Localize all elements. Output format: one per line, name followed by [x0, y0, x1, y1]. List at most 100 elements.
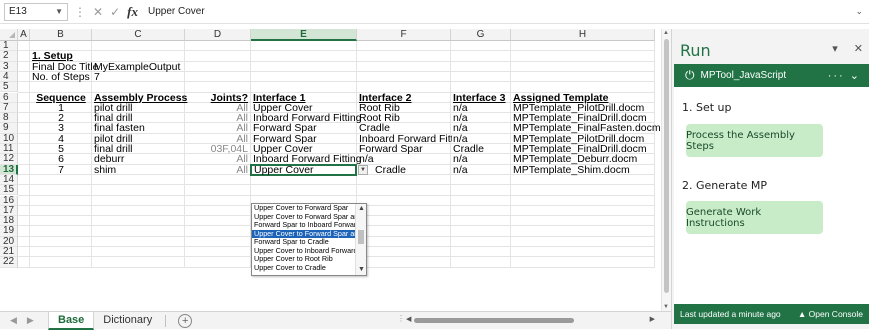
- process-assembly-steps-button[interactable]: Process the Assembly Steps: [686, 124, 823, 157]
- chevron-down-icon[interactable]: ▼: [55, 7, 63, 16]
- section-generate: 2. Generate MP: [682, 179, 767, 192]
- vertical-scrollbar[interactable]: ▲ ▼: [661, 29, 671, 311]
- scroll-right-icon[interactable]: ▶: [650, 315, 655, 323]
- tab-base[interactable]: Base: [48, 311, 95, 330]
- dropdown-option[interactable]: Upper Cover to Forward Spar and Cradle: [252, 229, 356, 238]
- table-cell[interactable]: shim: [94, 164, 116, 175]
- table-cell[interactable]: n/a: [359, 154, 374, 165]
- open-console-button[interactable]: ▲ Open Console: [798, 309, 863, 319]
- column-header-a[interactable]: A: [18, 29, 30, 41]
- scroll-left-icon[interactable]: ◀: [406, 315, 411, 323]
- table-header[interactable]: Interface 2: [359, 92, 412, 103]
- power-icon: ⏻: [685, 68, 695, 82]
- expand-formula-icon[interactable]: ⌄: [855, 6, 863, 17]
- table-cell[interactable]: All: [185, 123, 248, 134]
- dropdown-scroll-thumb[interactable]: [358, 230, 364, 244]
- table-header[interactable]: Interface 1: [253, 92, 306, 103]
- table-header[interactable]: Sequence: [30, 92, 92, 103]
- table-header[interactable]: Joints?: [185, 92, 248, 103]
- name-box[interactable]: E13 ▼: [4, 2, 68, 21]
- dropdown-option[interactable]: Upper Cover to Forward Spar and Cradle: [252, 213, 356, 222]
- table-cell[interactable]: MPTemplate_Deburr.docm: [513, 154, 637, 165]
- column-header-b[interactable]: B: [30, 29, 92, 41]
- column-header-h[interactable]: H: [511, 29, 655, 41]
- sheet-nav: ◀ ▶: [0, 315, 48, 326]
- pane-body: 1. Set up Process the Assembly Steps 2. …: [674, 87, 869, 312]
- column-header-d[interactable]: D: [185, 29, 251, 41]
- table-cell[interactable]: 3: [30, 123, 92, 134]
- vertical-scroll-thumb[interactable]: [664, 39, 669, 293]
- scroll-down-icon[interactable]: ▼: [663, 304, 669, 310]
- tab-dictionary[interactable]: Dictionary: [94, 312, 161, 330]
- split-handle-icon[interactable]: ⋮: [397, 314, 405, 323]
- name-box-value: E13: [9, 6, 27, 17]
- dropdown-option[interactable]: Upper Cover to Inboard Forward Fitting: [252, 247, 356, 256]
- dropdown-option[interactable]: Forward Spar to Cradle: [252, 238, 356, 247]
- table-header[interactable]: Interface 3: [453, 92, 506, 103]
- pane-options-icon[interactable]: ▾: [832, 42, 838, 55]
- next-sheet-icon[interactable]: ▶: [27, 315, 34, 326]
- data-validation-dropdown[interactable]: Upper Cover to Forward Spar Upper Cover t…: [251, 203, 367, 276]
- more-icon[interactable]: ⋮: [74, 5, 86, 19]
- steps-value[interactable]: 7: [94, 72, 100, 83]
- open-console-label: Open Console: [808, 309, 863, 319]
- table-cell[interactable]: MPTemplate_Shim.docm: [513, 164, 630, 175]
- table-cell[interactable]: All: [185, 164, 248, 175]
- more-options-button[interactable]: ··· ⌄: [828, 69, 861, 82]
- table-cell[interactable]: MPTemplate_FinalFasten.docm: [513, 123, 661, 134]
- horizontal-scroll-thumb[interactable]: [414, 318, 574, 323]
- dropdown-scrollbar[interactable]: ▲ ▼: [355, 204, 366, 275]
- table-cell[interactable]: final fasten: [94, 123, 145, 134]
- cancel-icon[interactable]: ✕: [93, 5, 103, 19]
- table-cell[interactable]: n/a: [453, 123, 468, 134]
- table-cell[interactable]: deburr: [94, 154, 124, 165]
- pane-title: Run: [680, 41, 711, 60]
- table-cell[interactable]: Forward Spar: [253, 123, 317, 134]
- more-icon: ···: [827, 70, 845, 82]
- dropdown-option[interactable]: Upper Cover to Forward Spar: [252, 204, 356, 213]
- scroll-up-icon[interactable]: ▲: [663, 30, 669, 36]
- row-header-15[interactable]: 15: [0, 185, 18, 196]
- addin-name: MPTool_JavaScript: [700, 70, 787, 81]
- dropdown-option[interactable]: Upper Cover to Root Rib: [252, 255, 356, 264]
- column-header-g[interactable]: G: [451, 29, 511, 41]
- gridline: [18, 194, 655, 196]
- table-cell[interactable]: n/a: [453, 154, 468, 165]
- row-header-5[interactable]: 5: [0, 82, 18, 93]
- table-cell[interactable]: Cradle: [359, 123, 390, 134]
- confirm-icon[interactable]: ✓: [110, 5, 120, 19]
- table-header[interactable]: Assembly Process: [94, 92, 187, 103]
- dropdown-option[interactable]: Forward Spar to Inboard Forward Fitting: [252, 221, 356, 230]
- dropdown-arrow-button[interactable]: ▼: [358, 164, 368, 175]
- table-header[interactable]: Assigned Template: [513, 92, 609, 103]
- close-icon[interactable]: ✕: [854, 42, 863, 55]
- steps-label[interactable]: No. of Steps: [32, 72, 90, 83]
- table-cell[interactable]: Cradle: [375, 164, 406, 175]
- formula-input[interactable]: Upper Cover: [148, 6, 855, 17]
- gridline: [654, 41, 655, 268]
- column-header-e[interactable]: E: [251, 29, 357, 41]
- active-cell-value[interactable]: Upper Cover: [254, 164, 314, 175]
- pane-controls: ▾ ✕: [832, 42, 863, 55]
- table-cell[interactable]: n/a: [453, 164, 468, 175]
- scroll-down-icon[interactable]: ▼: [356, 265, 366, 275]
- gridline: [450, 41, 451, 268]
- table-cell[interactable]: All: [185, 154, 248, 165]
- table-cell[interactable]: 6: [30, 154, 92, 165]
- horizontal-scrollbar[interactable]: ⋮ ◀ ▶: [397, 314, 655, 324]
- prev-sheet-icon[interactable]: ◀: [10, 315, 17, 326]
- generate-work-instructions-button[interactable]: Generate Work Instructions: [686, 201, 823, 234]
- add-sheet-button[interactable]: +: [178, 313, 193, 328]
- row-header-22[interactable]: 22: [0, 257, 18, 268]
- final-doc-title-value[interactable]: MyExampleOutput: [94, 61, 180, 72]
- addin-header: ⏻ MPTool_JavaScript ··· ⌄: [674, 64, 869, 87]
- table-cell[interactable]: 7: [30, 164, 92, 175]
- scroll-up-icon[interactable]: ▲: [356, 204, 366, 214]
- status-bar: Last updated a minute ago ▲ Open Console: [674, 304, 869, 324]
- gridline: [18, 81, 655, 83]
- column-header-f[interactable]: F: [357, 29, 451, 41]
- dropdown-option[interactable]: Upper Cover to Cradle: [252, 264, 356, 273]
- setup-heading[interactable]: 1. Setup: [32, 51, 73, 62]
- function-icon[interactable]: fx: [127, 4, 138, 20]
- column-header-c[interactable]: C: [92, 29, 185, 41]
